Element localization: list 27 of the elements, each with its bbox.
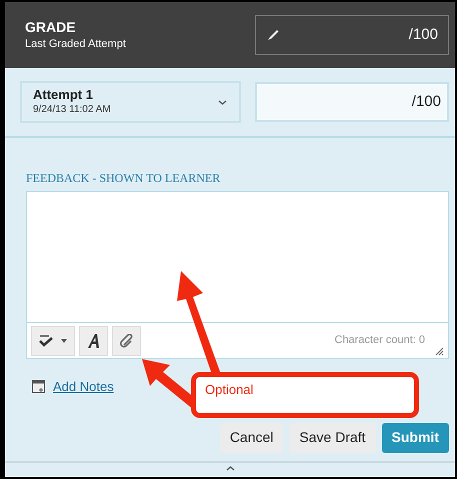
attempt-date: 9/24/13 11:02 AM [33,103,111,117]
resize-handle-icon[interactable] [435,347,444,356]
grade-suffix: /100 [408,24,438,45]
annotation-text: Optional [205,382,254,397]
chevron-down-icon [218,100,227,104]
grade-title: GRADE [25,18,77,36]
action-button[interactable]: Cancel [220,422,284,452]
attempt-score-suffix: /100 [412,92,441,112]
attempt-label: Attempt 1 [33,87,94,103]
add-notes-icon [32,380,45,394]
feedback-label: FEEDBACK - SHOWN TO LEARNER [26,170,222,186]
attempt-score-field[interactable]: /100 [255,82,449,122]
add-notes-link[interactable]: Add Notes [53,377,114,396]
pencil-icon [266,28,280,42]
attach-button[interactable] [112,326,141,356]
grade-field[interactable]: /100 [255,15,449,55]
paperclip-icon [120,334,134,348]
attempt-select[interactable]: Attempt 1 9/24/13 11:02 AM [20,81,241,123]
character-count: Character count: 0 [334,333,425,348]
grade-subtitle: Last Graded Attempt [25,37,126,52]
chevron-up-icon[interactable] [226,466,234,471]
letter-a-icon [86,332,100,348]
spellcheck-button[interactable] [31,326,75,356]
action-button[interactable]: Save Draft [289,422,376,452]
spellcheck-icon [38,334,54,348]
font-style-button[interactable] [79,326,108,356]
dropdown-caret-icon [61,338,67,342]
